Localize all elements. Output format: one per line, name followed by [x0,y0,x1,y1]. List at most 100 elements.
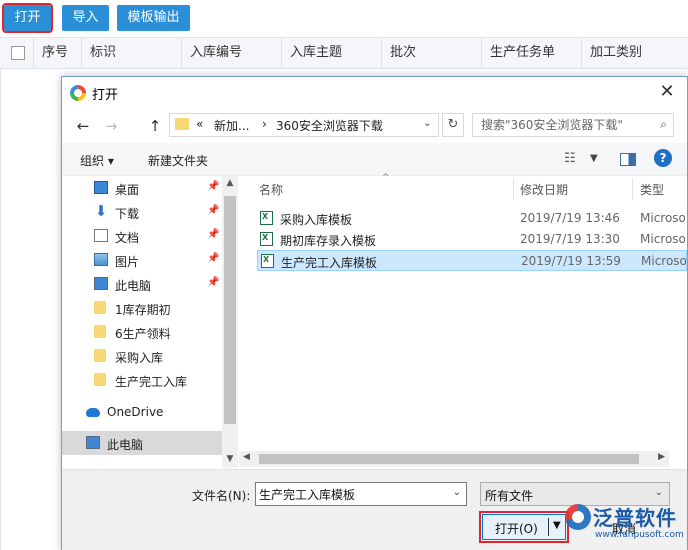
nav-item-label: 1库存期初 [115,303,171,317]
preview-pane-icon[interactable] [620,153,636,166]
file-type: Microsoft [641,254,686,268]
column-modified[interactable]: 修改日期 [520,178,568,202]
file-list-scrollbar[interactable]: ◀ ▶ [239,451,669,467]
file-modified: 2019/7/19 13:30 [520,232,620,246]
close-icon[interactable]: ✕ [657,81,677,103]
column-type[interactable]: 类型 [640,178,664,202]
app-toolbar: 打开 导入 模板输出 [0,0,688,36]
scroll-right-icon[interactable]: ▶ [658,452,665,462]
import-button[interactable]: 导入 [62,5,109,31]
chevron-down-icon[interactable]: ▼ [553,520,561,531]
scroll-thumb[interactable] [224,196,236,424]
breadcrumb-overflow[interactable]: « [196,117,203,131]
column-header[interactable]: 入库编号 [182,38,282,68]
chevron-down-icon[interactable]: ⌄ [423,116,432,129]
dialog-open-button[interactable]: 打开(O) ▼ [479,511,569,543]
search-icon[interactable]: ⌕ [660,117,667,132]
folder-icon [94,373,106,386]
pictures-icon [94,253,108,266]
nav-item-this-pc[interactable]: 此电脑 📌 [62,272,222,296]
up-arrow-icon[interactable]: ↑ [146,117,164,135]
scroll-up-icon[interactable]: ▲ [222,178,238,188]
open-button[interactable]: 打开 [2,3,53,33]
refresh-icon[interactable]: ↻ [442,113,464,137]
address-bar[interactable]: « 新加... › 360安全浏览器下载 ⌄ [169,113,439,137]
back-arrow-icon[interactable]: ← [74,117,92,135]
column-header[interactable]: 入库主题 [282,38,382,68]
file-row[interactable]: 采购入库模板 2019/7/19 13:46 Microsoft [257,208,687,229]
scroll-down-icon[interactable]: ▼ [222,454,238,464]
column-header[interactable]: 标识 [82,38,182,68]
nav-item-label: 此电脑 [115,279,152,293]
watermark-name: 泛普软件 [593,506,677,530]
filename-label: 文件名(N): [192,489,251,503]
open-button-label: 打开(O) [495,522,538,536]
sort-ascending-icon: ^ [382,173,390,183]
nav-item-folder[interactable]: 生产完工入库 [62,368,222,392]
scroll-left-icon[interactable]: ◀ [243,452,250,462]
file-type: Microsoft [640,211,685,225]
chevron-down-icon[interactable]: ▼ [590,153,598,164]
forward-arrow-icon[interactable]: → [102,117,120,135]
dialog-title-bar[interactable]: 打开 ✕ [62,77,687,109]
pin-icon[interactable]: 📌 [207,181,219,192]
nav-item-folder[interactable]: 1库存期初 [62,296,222,320]
select-all-column[interactable] [0,38,34,68]
nav-item-pictures[interactable]: 图片 📌 [62,248,222,272]
new-folder-button[interactable]: 新建文件夹 [148,152,208,169]
select-all-checkbox[interactable] [11,46,25,60]
nav-item-folder[interactable]: 6生产领料 [62,320,222,344]
file-modified: 2019/7/19 13:46 [520,211,620,225]
open-file-dialog: 打开 ✕ ← → ↑ « 新加... › 360安全浏览器下载 ⌄ ↻ ⌕ 组织… [61,76,688,550]
nav-item-onedrive[interactable]: OneDrive [62,400,222,424]
pin-icon[interactable]: 📌 [207,229,219,240]
view-options-icon[interactable]: ☷ [564,151,576,166]
chevron-down-icon[interactable]: ⌄ [453,487,461,498]
navigation-pane: 桌面 📌 ⬇ 下载 📌 文档 📌 图片 📌 此电脑 📌 1库存期初 6生产领料 … [62,176,239,468]
organize-button[interactable]: 组织 ▾ [80,152,114,169]
filename-combobox[interactable]: ⌄ [255,482,467,506]
file-row[interactable]: 期初库存录入模板 2019/7/19 13:30 Microsoft [257,229,687,250]
nav-item-label: OneDrive [107,405,164,419]
file-name: 采购入库模板 [280,213,353,227]
breadcrumb-item[interactable]: 360安全浏览器下载 [276,117,383,134]
breadcrumb-item[interactable]: 新加... [214,117,249,134]
pin-icon[interactable]: 📌 [207,277,219,288]
nav-item-downloads[interactable]: ⬇ 下载 📌 [62,200,222,224]
file-name: 生产完工入库模板 [281,256,378,270]
nav-item-documents[interactable]: 文档 📌 [62,224,222,248]
file-modified: 2019/7/19 13:59 [521,254,621,268]
fanpu-logo-icon [565,504,591,530]
nav-item-label: 6生产领料 [115,327,171,341]
excel-file-icon [261,254,274,268]
nav-pane-scrollbar[interactable]: ▲ ▼ [222,176,238,468]
scroll-thumb[interactable] [259,454,639,464]
help-icon[interactable]: ? [654,149,672,167]
chevron-down-icon[interactable]: ⌄ [655,487,663,498]
filename-input[interactable] [256,483,447,505]
file-row-selected[interactable]: 生产完工入库模板 2019/7/19 13:59 Microsoft [257,250,687,271]
column-header[interactable]: 生产任务单 [482,38,582,68]
nav-item-folder[interactable]: 采购入库 [62,344,222,368]
column-divider[interactable] [632,178,633,200]
nav-item-desktop[interactable]: 桌面 📌 [62,176,222,200]
filetype-value: 所有文件 [485,489,534,503]
column-name[interactable]: 名称 [259,178,283,202]
column-divider[interactable] [513,178,514,200]
document-icon [94,229,108,242]
pin-icon[interactable]: 📌 [207,253,219,264]
nav-item-label: 文档 [115,231,140,245]
column-header[interactable]: 批次 [382,38,482,68]
column-header[interactable]: 加工类别 [582,38,688,68]
browser-logo-icon [70,85,86,101]
nav-item-this-pc-selected[interactable]: 此电脑 [62,431,222,455]
computer-icon [94,277,108,290]
pin-icon[interactable]: 📌 [207,205,219,216]
folder-icon [94,301,106,314]
search-box[interactable]: ⌕ [472,113,674,137]
search-input[interactable] [473,114,658,136]
nav-item-label: 生产完工入库 [115,375,188,389]
breadcrumb-separator[interactable]: › [262,117,267,131]
column-header[interactable]: 序号 [34,38,82,68]
template-export-button[interactable]: 模板输出 [117,5,190,31]
